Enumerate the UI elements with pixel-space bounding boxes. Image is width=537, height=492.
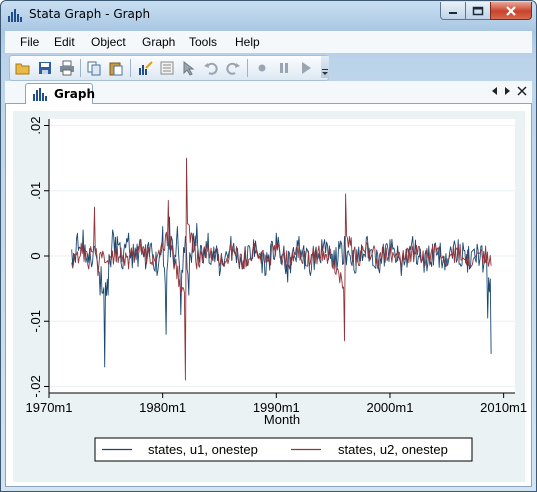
x-tick-label: 1970m1 (26, 400, 73, 415)
pointer-icon[interactable] (181, 60, 197, 76)
graph-tab-icon (33, 88, 47, 101)
menu-help[interactable]: Help (235, 35, 260, 49)
stata-graph-window: Stata Graph - Graph File Edit Object Gra… (0, 0, 537, 492)
chart: .02.010-.01-.021970m1 1980m1 1990m1 2000m1 2… (13, 111, 527, 482)
legend: states, u1, onestep states, u2, onestep (94, 437, 473, 462)
maximize-button[interactable] (465, 2, 491, 20)
close-button[interactable] (490, 2, 532, 20)
menu-object[interactable]: Object (91, 35, 126, 49)
tab-graph[interactable]: Graph (25, 83, 95, 104)
x-tick-label: 2010m1 (480, 400, 527, 415)
redo-icon[interactable] (225, 60, 241, 76)
menu-graph[interactable]: Graph (142, 35, 175, 49)
y-tick-label: .02 (28, 116, 43, 134)
menu-edit[interactable]: Edit (54, 35, 75, 49)
legend-label: states, u2, onestep (338, 442, 448, 457)
toolbar (9, 55, 329, 81)
chevron-down-icon (322, 69, 328, 75)
graph-editor-icon[interactable] (137, 60, 153, 76)
tab-graph-label: Graph (54, 87, 95, 101)
maximize-icon (472, 6, 484, 15)
toolbar-overflow-button[interactable] (321, 56, 329, 78)
x-tick-label: 2000m1 (366, 400, 413, 415)
x-tick-label: 1980m1 (139, 400, 186, 415)
pause-icon[interactable] (276, 60, 292, 76)
toolbar-separator (80, 59, 81, 77)
tab-close-icon[interactable] (517, 86, 527, 96)
copy-icon[interactable] (86, 60, 102, 76)
paste-icon[interactable] (108, 60, 124, 76)
tab-bar: Graph (5, 81, 532, 104)
minimize-button[interactable] (440, 2, 466, 20)
title-bar[interactable]: Stata Graph - Graph (1, 1, 536, 29)
legend-label: states, u1, onestep (148, 442, 258, 457)
tab-scroll-right-icon[interactable] (503, 86, 511, 96)
object-browser-icon[interactable] (159, 60, 175, 76)
x-axis-title: Month (264, 412, 300, 427)
graph-area: .02.01 0 -.01 -.02 1970m1 1980m1 1990m1 2000m1 2… (5, 104, 532, 487)
menu-file[interactable]: File (20, 35, 39, 49)
toolbar-separator (247, 59, 248, 77)
undo-icon[interactable] (203, 60, 219, 76)
minimize-icon (449, 11, 457, 14)
y-tick-label: -.01 (28, 310, 43, 332)
stata-graph-icon (8, 9, 22, 22)
open-icon[interactable] (15, 60, 31, 76)
close-icon (506, 5, 516, 16)
menu-tools[interactable]: Tools (189, 35, 217, 49)
save-icon[interactable] (37, 60, 53, 76)
toolbar-separator (130, 59, 131, 77)
window-title: Stata Graph - Graph (29, 7, 151, 21)
y-tick-label: .01 (28, 182, 43, 200)
y-tick-label: -.02 (28, 375, 43, 397)
tab-scroll-left-icon[interactable] (491, 86, 499, 96)
record-icon[interactable] (254, 60, 270, 76)
menu-bar: File Edit Object Graph Tools Help (5, 31, 532, 53)
y-tick-label: 0 (28, 252, 43, 259)
play-icon[interactable] (298, 60, 314, 76)
print-icon[interactable] (59, 60, 75, 76)
